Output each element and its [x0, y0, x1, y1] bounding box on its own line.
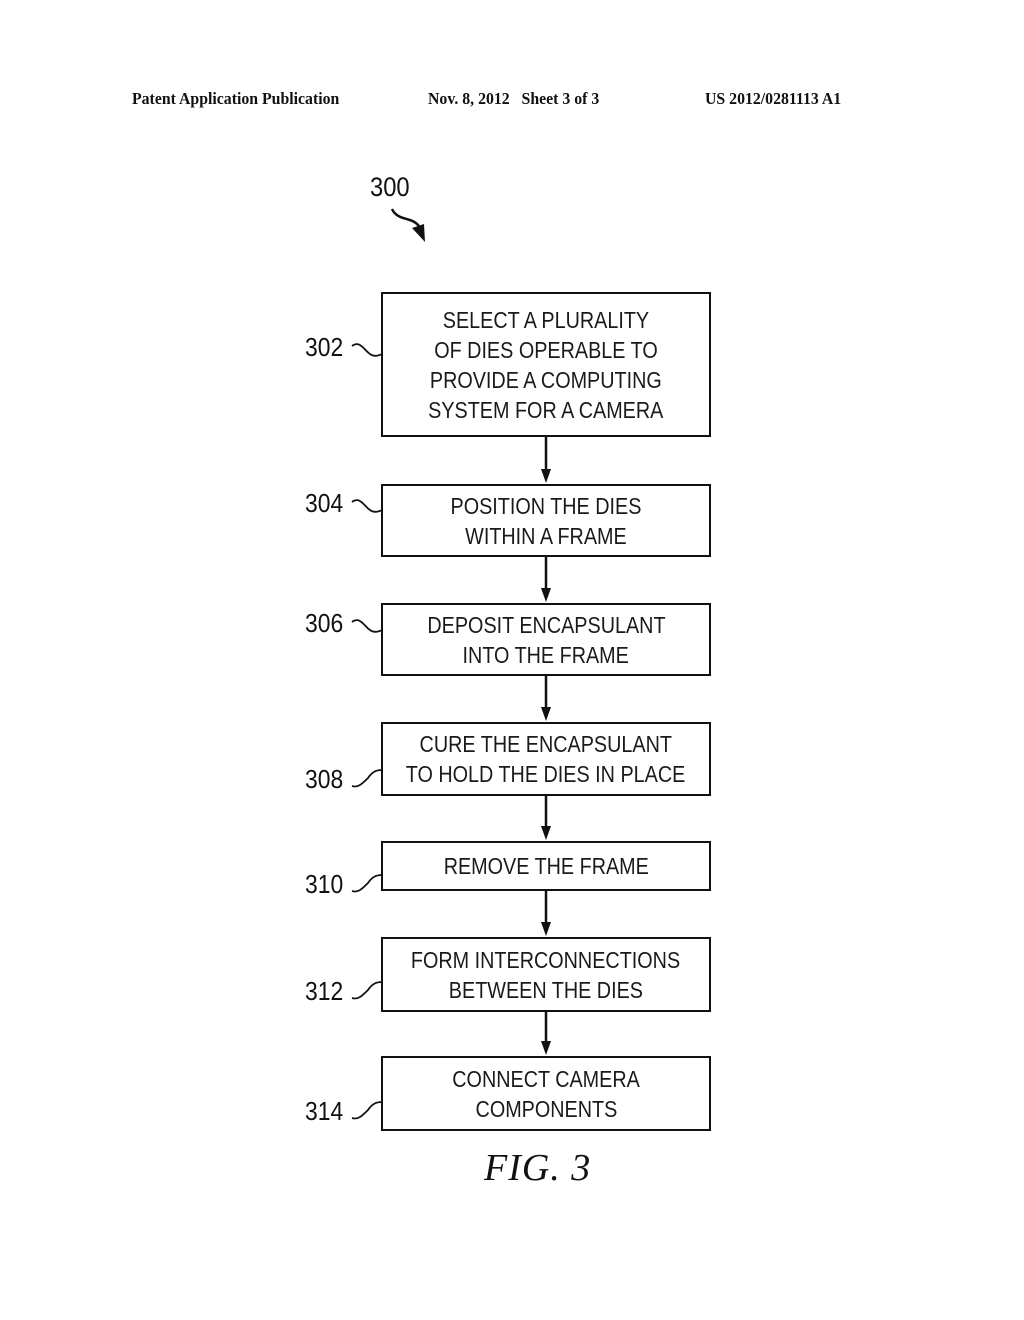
step-text-line: REMOVE THE FRAME	[443, 853, 649, 879]
flow-arrowhead	[541, 588, 551, 602]
leader-line-308	[351, 769, 383, 788]
step-reference-308: 308	[305, 764, 344, 794]
step-text-line: CONNECT CAMERA	[452, 1065, 640, 1092]
step-box-314: CONNECT CAMERA COMPONENTS	[381, 1056, 711, 1131]
step-text-line: BETWEEN THE DIES	[448, 976, 644, 1003]
leader-line-306	[351, 619, 383, 633]
step-text-line: CURE THE ENCAPSULANT	[419, 731, 673, 757]
step-reference-314: 314	[305, 1096, 344, 1126]
flow-arrowhead	[541, 1041, 551, 1055]
figure-caption: FIG. 3	[484, 1147, 592, 1189]
flow-arrowhead	[541, 922, 551, 936]
step-box-304: POSITION THE DIES WITHIN A FRAME	[381, 484, 711, 557]
step-text-line: OF DIES OPERABLE TO	[434, 336, 658, 363]
step-text-line: POSITION THE DIES	[450, 492, 642, 519]
step-box-302: SELECT A PLURALITY OF DIES OPERABLE TO PRO…	[381, 292, 711, 437]
step-text-line: TO HOLD THE DIES IN PLACE	[406, 761, 686, 787]
step-reference-302: 302	[305, 332, 344, 362]
step-text-line: FORM INTERCONNECTIONS	[411, 946, 681, 973]
step-box-310: REMOVE THE FRAME	[381, 841, 711, 891]
leader-line-312	[351, 981, 383, 1000]
step-text-line: SELECT A PLURALITY	[442, 306, 650, 333]
figure-pointer-arrowhead	[412, 224, 425, 242]
leader-line-302	[351, 343, 383, 357]
leader-line-310	[351, 874, 383, 893]
step-text-line: DEPOSIT ENCAPSULANT	[426, 611, 666, 638]
step-box-312: FORM INTERCONNECTIONS BETWEEN THE DIES	[381, 937, 711, 1012]
step-reference-312: 312	[305, 976, 344, 1006]
flow-arrowhead	[541, 826, 551, 840]
leader-line-314	[351, 1101, 383, 1120]
step-box-306: DEPOSIT ENCAPSULANT INTO THE FRAME	[381, 603, 711, 676]
step-text-line: COMPONENTS	[475, 1095, 617, 1122]
step-text-line: INTO THE FRAME	[462, 641, 630, 668]
step-reference-310: 310	[305, 869, 344, 899]
figure-pointer-arrow	[390, 208, 422, 229]
step-text-line: SYSTEM FOR A CAMERA	[428, 396, 664, 423]
step-reference-304: 304	[305, 488, 344, 518]
flow-arrowhead	[541, 469, 551, 483]
leader-line-304	[351, 499, 383, 513]
step-box-308: CURE THE ENCAPSULANT TO HOLD THE DIES IN …	[381, 722, 711, 796]
step-text-line: WITHIN A FRAME	[465, 522, 627, 549]
flow-arrowhead	[541, 707, 551, 721]
step-text-line: PROVIDE A COMPUTING	[430, 366, 662, 393]
step-reference-306: 306	[305, 608, 344, 638]
